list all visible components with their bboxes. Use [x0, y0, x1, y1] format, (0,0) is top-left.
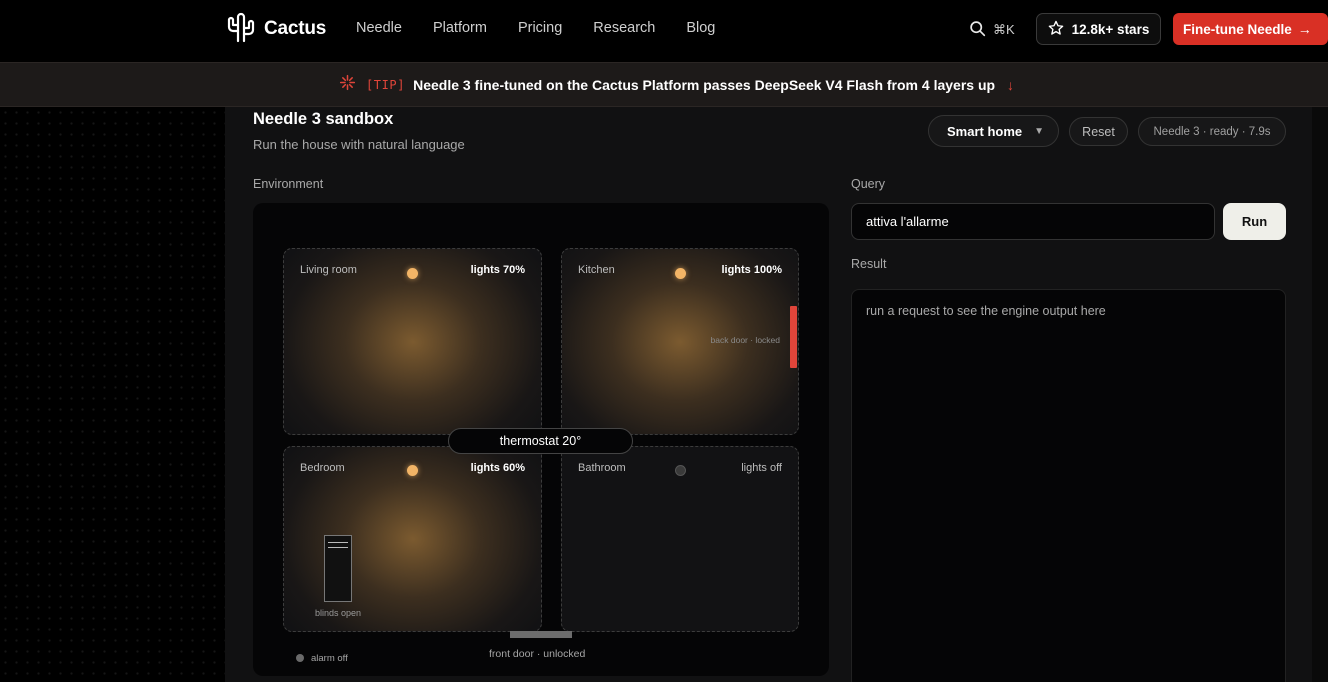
tip-text: Needle 3 fine-tuned on the Cactus Platfo… — [413, 76, 996, 93]
dotted-background — [0, 107, 225, 682]
brand-logo[interactable]: Cactus — [224, 11, 327, 48]
sparkle-icon — [339, 74, 366, 96]
tip-banner[interactable]: [TIP] Needle 3 fine-tuned on the Cactus … — [0, 62, 1328, 107]
brand-name: Cactus — [264, 18, 327, 39]
room-bathroom[interactable]: Bathroom lights off — [561, 446, 799, 632]
room-lights-status: lights off — [741, 462, 782, 474]
room-lights-status: lights 100% — [721, 264, 782, 276]
sandbox-title: Needle 3 sandbox — [253, 110, 394, 128]
light-bulb-icon — [407, 268, 418, 279]
caret-down-icon: ▼ — [1034, 125, 1045, 137]
back-door-status: back door · locked — [710, 335, 780, 345]
mode-select[interactable]: Smart home ▼ — [928, 115, 1059, 147]
reset-button[interactable]: Reset — [1069, 117, 1128, 146]
nav-link-pricing[interactable]: Pricing — [518, 20, 562, 36]
result-placeholder: run a request to see the engine output h… — [866, 304, 1106, 318]
blinds[interactable] — [324, 535, 352, 602]
back-door[interactable] — [790, 306, 797, 368]
alarm-status: alarm off — [311, 653, 348, 664]
room-lights-status: lights 70% — [470, 264, 525, 276]
query-input[interactable] — [851, 203, 1215, 240]
arrow-down-icon: ↓ — [1007, 76, 1015, 93]
result-output: run a request to see the engine output h… — [851, 289, 1286, 682]
room-name: Kitchen — [578, 264, 615, 276]
environment-label: Environment — [253, 177, 324, 191]
room-name: Bedroom — [300, 462, 345, 474]
front-door-status: front door · unlocked — [489, 648, 586, 660]
nav-link-blog[interactable]: Blog — [686, 20, 715, 36]
run-button[interactable]: Run — [1223, 203, 1286, 240]
model-status: Needle 3 · ready · 7.9s — [1138, 117, 1286, 146]
sandbox-subtitle: Run the house with natural language — [253, 137, 465, 152]
top-nav: Cactus Needle Platform Pricing Research … — [0, 0, 1328, 62]
tip-tag: [TIP] — [365, 77, 406, 92]
nav-links: Needle Platform Pricing Research Blog — [356, 20, 746, 36]
mode-select-value: Smart home — [947, 123, 1023, 139]
result-label: Result — [851, 257, 887, 271]
room-bedroom[interactable]: Bedroom lights 60% blinds open — [283, 446, 542, 632]
light-bulb-icon — [675, 268, 686, 279]
environment-view: Living room lights 70% Kitchen lights 10… — [253, 203, 829, 676]
front-door[interactable] — [510, 631, 572, 638]
search-button[interactable]: ⌘K — [969, 20, 1015, 40]
fine-tune-label: Fine-tune Needle — [1183, 21, 1292, 37]
nav-link-platform[interactable]: Platform — [433, 20, 487, 36]
thermostat-badge[interactable]: thermostat 20° — [448, 428, 633, 454]
right-gutter — [1312, 107, 1328, 682]
light-bulb-icon — [407, 465, 418, 476]
arrow-right-icon: → — [1297, 21, 1312, 37]
room-name: Living room — [300, 264, 357, 276]
star-icon — [1048, 20, 1072, 39]
github-stars-button[interactable]: 12.8k+ stars — [1036, 13, 1161, 45]
alarm-indicator-icon — [296, 654, 304, 662]
nav-link-research[interactable]: Research — [593, 20, 655, 36]
room-lights-status: lights 60% — [470, 462, 525, 474]
fine-tune-button[interactable]: Fine-tune Needle → — [1173, 13, 1328, 45]
room-kitchen[interactable]: Kitchen lights 100% back door · locked — [561, 248, 799, 435]
room-living-room[interactable]: Living room lights 70% — [283, 248, 542, 435]
cactus-icon — [224, 11, 258, 48]
search-shortcut: ⌘K — [993, 22, 1015, 37]
stars-label: 12.8k+ stars — [1071, 21, 1150, 37]
room-name: Bathroom — [578, 462, 626, 474]
light-bulb-off-icon — [675, 465, 686, 476]
search-icon — [969, 20, 993, 40]
blinds-status: blinds open — [315, 608, 362, 618]
query-label: Query — [851, 177, 886, 191]
nav-link-needle[interactable]: Needle — [356, 20, 402, 36]
